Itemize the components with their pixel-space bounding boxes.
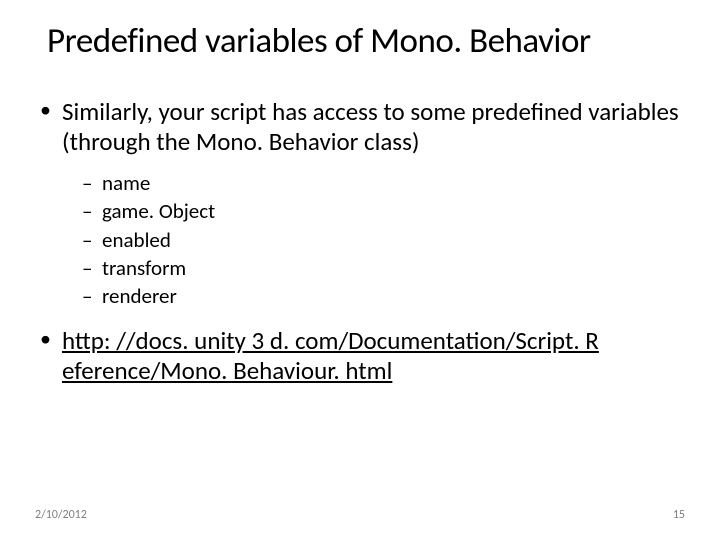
slide-title: Predefined variables of Mono. Behavior bbox=[35, 20, 685, 62]
sub-bullet-item: name bbox=[40, 169, 685, 197]
sub-bullet-item: transform bbox=[40, 254, 685, 282]
documentation-link[interactable]: http: //docs. unity 3 d. com/Documentati… bbox=[62, 325, 599, 386]
sub-bullet-item: enabled bbox=[40, 226, 685, 254]
sub-bullet-group: name game. Object enabled transform rend… bbox=[40, 169, 685, 311]
bullet-intro: Similarly, your script has access to som… bbox=[40, 97, 685, 157]
slide-footer: 2/10/2012 15 bbox=[35, 508, 685, 522]
slide-content: Similarly, your script has access to som… bbox=[35, 97, 685, 386]
sub-bullet-item: renderer bbox=[40, 282, 685, 310]
footer-page-number: 15 bbox=[673, 508, 685, 522]
bullet-link: http: //docs. unity 3 d. com/Documentati… bbox=[40, 326, 685, 386]
slide: Predefined variables of Mono. Behavior S… bbox=[0, 0, 720, 540]
footer-date: 2/10/2012 bbox=[35, 508, 87, 522]
sub-bullet-item: game. Object bbox=[40, 197, 685, 225]
